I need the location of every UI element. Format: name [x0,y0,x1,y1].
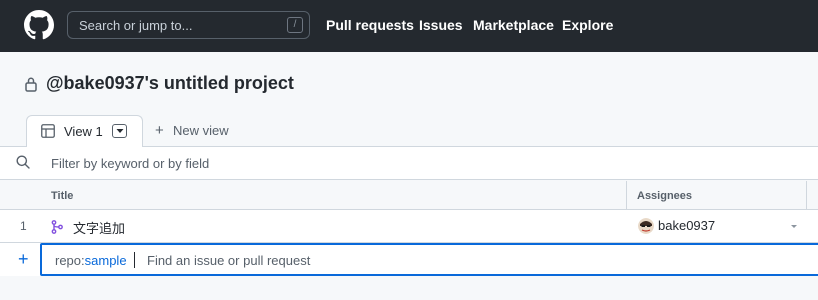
lock-icon [25,77,37,92]
search-placeholder: Search or jump to... [79,18,193,33]
repo-filter-token: repo:sample [55,253,127,268]
nav-pull-requests[interactable]: Pull requests [326,17,414,33]
tab-view-1[interactable]: View 1 [26,115,143,147]
nav-marketplace[interactable]: Marketplace [473,17,554,33]
avatar-image-icon [638,218,654,234]
assignee-name[interactable]: bake0937 [658,218,715,233]
github-logo-icon[interactable] [24,10,54,40]
table-header: Title Assignees [0,181,818,210]
plus-icon: + [155,122,164,139]
filter-input[interactable]: Filter by keyword or by field [51,156,209,171]
add-item-plus-icon[interactable]: + [18,249,29,270]
add-item-input[interactable]: repo:sample Find an issue or pull reques… [40,243,818,276]
avatar [638,218,654,234]
search-icon [16,155,30,169]
add-item-row: + repo:sample Find an issue or pull requ… [0,243,818,276]
triangle-down-icon [116,129,124,133]
chevron-down-icon[interactable] [790,224,798,229]
column-header-assignees[interactable]: Assignees [637,190,692,202]
column-header-title[interactable]: Title [51,190,73,202]
filter-bar: Filter by keyword or by field [0,147,818,180]
new-view-button[interactable]: + New view [155,122,229,139]
search-shortcut-badge: / [287,17,303,33]
view-options-button[interactable] [112,124,127,138]
draft-issue-icon [51,220,63,234]
table-icon [41,124,55,138]
new-view-label: New view [173,123,229,138]
add-item-placeholder: Find an issue or pull request [147,253,311,268]
nav-explore[interactable]: Explore [562,17,613,33]
text-cursor [134,252,135,268]
repo-prefix-key: repo: [55,253,85,268]
table-row[interactable]: 1 文字追加 bake0937 [0,210,818,243]
row-title[interactable]: 文字追加 [73,218,125,237]
row-number: 1 [20,219,27,233]
search-input[interactable]: Search or jump to... / [67,11,310,39]
nav-issues[interactable]: Issues [419,17,463,33]
repo-prefix-value: sample [84,253,127,268]
tab-view-1-label: View 1 [64,124,103,139]
page-title: @bake0937's untitled project [46,73,294,93]
top-header: Search or jump to... / Pull requests Iss… [0,0,818,52]
